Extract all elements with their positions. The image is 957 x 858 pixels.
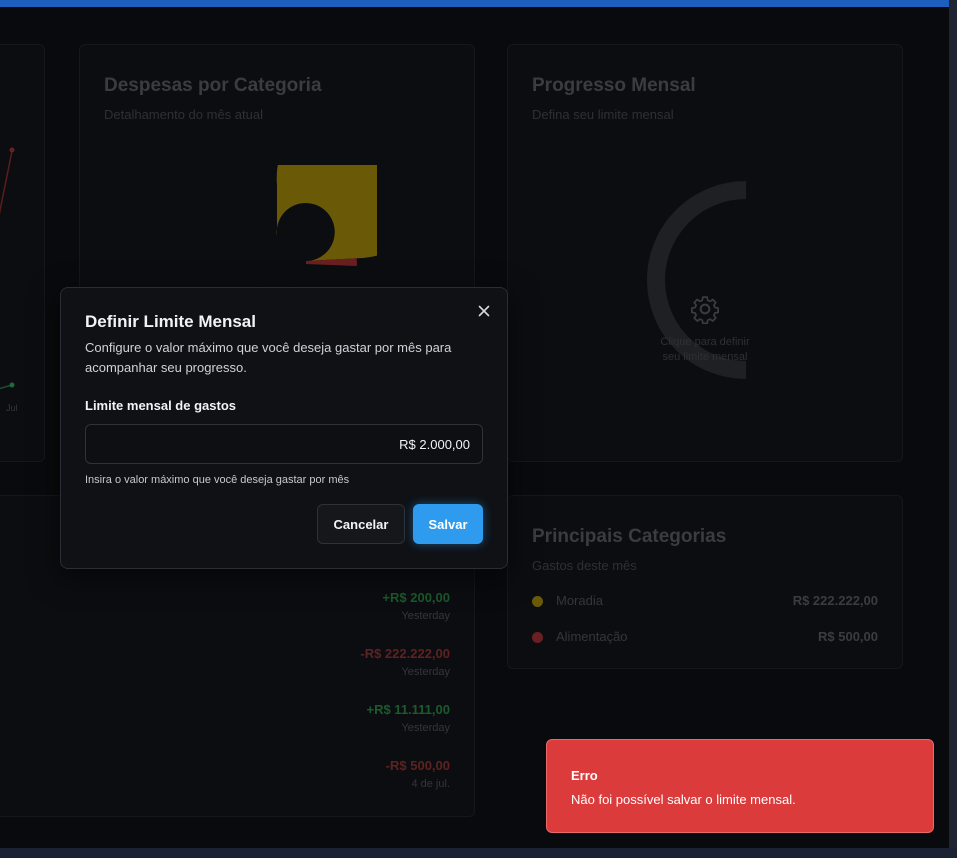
transaction-amount: +R$ 11.111,00 — [366, 702, 450, 717]
transaction-amount: +R$ 200,00 — [382, 590, 450, 605]
line-chart-card: Jul — [0, 44, 45, 462]
progress-ring[interactable] — [636, 180, 856, 400]
error-toast[interactable]: Erro Não foi possível salvar o limite me… — [546, 739, 934, 833]
cancel-button[interactable]: Cancelar — [317, 504, 405, 544]
card-title: Progresso Mensal — [532, 75, 696, 96]
category-row-alimentacao: Alimentação R$ 500,00 — [532, 629, 878, 649]
transaction-date: 4 de jul. — [411, 778, 450, 790]
scrollbar-track[interactable] — [949, 0, 957, 858]
monthly-limit-dialog: Definir Limite Mensal Configure o valor … — [60, 287, 508, 569]
line-point-income — [9, 382, 15, 388]
card-title: Principais Categorias — [532, 526, 727, 547]
card-subtitle: Detalhamento do mês atual — [104, 107, 263, 122]
category-name: Moradia — [556, 593, 603, 608]
limit-field-help: Insira o valor máximo que você deseja ga… — [85, 474, 350, 486]
donut-hole — [249, 237, 305, 293]
line-chart — [0, 147, 15, 390]
transaction-date: Yesterday — [401, 610, 450, 622]
close-icon[interactable] — [477, 304, 491, 318]
line-point-expense — [9, 147, 15, 153]
transaction-date: Yesterday — [401, 666, 450, 678]
top-accent-bar — [0, 0, 949, 7]
category-color-dot — [532, 632, 543, 643]
card-title: Despesas por Categoria — [104, 75, 322, 96]
transaction-date: Yesterday — [401, 722, 450, 734]
category-value: R$ 222.222,00 — [792, 593, 878, 608]
card-subtitle: Gastos deste mês — [532, 558, 637, 573]
dialog-title: Definir Limite Mensal — [85, 312, 256, 331]
toast-message: Não foi possível salvar o limite mensal. — [571, 792, 796, 807]
bottom-frame-bar — [0, 848, 957, 858]
limit-field-label: Limite mensal de gastos — [85, 398, 236, 413]
save-button[interactable]: Salvar — [413, 504, 483, 544]
x-axis-tick-jul: Jul — [6, 403, 18, 413]
line-series-expense — [0, 150, 13, 215]
dialog-description: Configure o valor máximo que você deseja… — [85, 340, 452, 375]
transaction-amount: -R$ 222.222,00 — [360, 646, 450, 661]
toast-title: Erro — [571, 768, 598, 783]
category-value: R$ 500,00 — [818, 629, 878, 644]
monthly-progress-card: Progresso Mensal Defina seu limite mensa… — [507, 44, 903, 462]
card-subtitle: Defina seu limite mensal — [532, 107, 674, 122]
top-categories-card: Principais Categorias Gastos deste mês M… — [507, 495, 903, 669]
gear-icon[interactable] — [690, 294, 720, 324]
transaction-amount: -R$ 500,00 — [385, 758, 450, 773]
category-color-dot — [532, 596, 543, 607]
category-row-moradia: Moradia R$ 222.222,00 — [532, 593, 878, 613]
monthly-limit-input[interactable] — [85, 424, 483, 464]
category-name: Alimentação — [556, 629, 628, 644]
progress-hint[interactable]: Clique para definir seu limite mensal — [650, 335, 760, 365]
